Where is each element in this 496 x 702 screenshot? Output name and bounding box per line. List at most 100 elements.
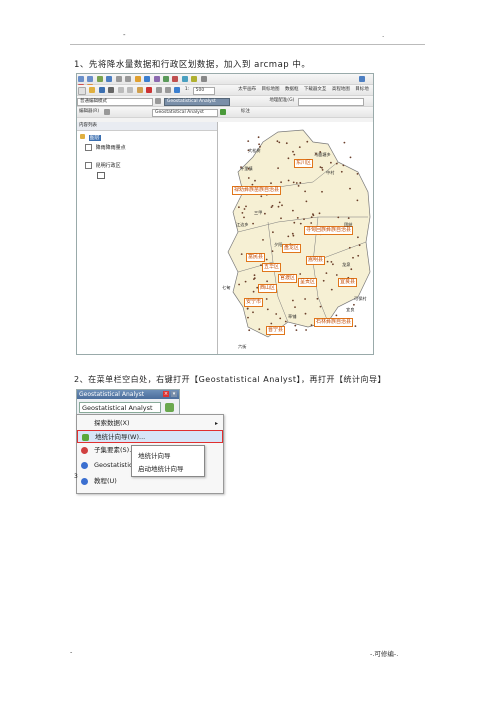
- map-place-11: 草铺: [288, 314, 297, 319]
- rain-station-dot: [241, 212, 244, 214]
- georef-label[interactable]: 地理配准(G): [269, 96, 294, 106]
- rain-station-dot: [252, 222, 254, 225]
- pan-icon[interactable]: [96, 76, 103, 82]
- toolbar-2-label-6[interactable]: 目标地: [355, 85, 369, 95]
- rain-station-dot: [305, 329, 307, 331]
- legend-swatch: [97, 172, 105, 181]
- rain-station-dot: [292, 150, 294, 153]
- georef-combo[interactable]: [297, 98, 364, 106]
- map-label-guandu: 官渡区: [278, 274, 298, 283]
- back-icon[interactable]: [115, 76, 122, 82]
- rain-station-dot: [281, 204, 283, 207]
- rain-station-dot: [238, 206, 240, 209]
- rain-station-dot: [292, 209, 294, 212]
- undo-icon[interactable]: [155, 87, 162, 93]
- forward-icon[interactable]: [125, 76, 132, 82]
- header-right-mark: .: [382, 31, 385, 39]
- select-icon[interactable]: [134, 76, 141, 82]
- cut-icon[interactable]: [117, 87, 124, 93]
- edit-mode-combo[interactable]: 普通编辑模式: [77, 98, 153, 106]
- scale-combo[interactable]: 500: [192, 87, 215, 95]
- menu-item-tutorial-label: 教程(U): [94, 477, 117, 485]
- save-icon[interactable]: [98, 87, 105, 93]
- map-view[interactable]: 禄劝彝族苗族自治县 寻甸回族彝族自治县 富民县 嵩明县 五华区 盘龙区 官渡区 …: [218, 122, 373, 354]
- add-data-icon[interactable]: [174, 87, 181, 93]
- zoom-in-icon[interactable]: [78, 76, 84, 82]
- rain-station-dot: [347, 217, 350, 219]
- map-place-14: 可保村: [354, 296, 367, 301]
- rain-station-dot: [270, 322, 273, 325]
- options-icon[interactable]: ▾: [171, 391, 177, 397]
- viewer-icon[interactable]: [200, 76, 207, 82]
- rain-station-dot: [266, 280, 268, 283]
- rain-station-dot: [335, 162, 338, 165]
- toolbar-3-icon[interactable]: [155, 98, 162, 104]
- identify-icon[interactable]: [144, 76, 151, 82]
- rain-station-dot: [243, 208, 246, 210]
- geostat-wizard-icon[interactable]: [220, 109, 227, 115]
- rain-station-dot: [350, 268, 353, 271]
- html-popup-icon[interactable]: [181, 76, 188, 82]
- geostat-dropdown[interactable]: Geostatistical Analyst: [79, 402, 161, 413]
- rain-station-dot: [243, 216, 245, 219]
- geostat-combo-small[interactable]: Geostatistical Analyst: [152, 109, 219, 117]
- map-place-10: 六街: [238, 344, 247, 349]
- rain-station-dot: [321, 169, 324, 171]
- hyperlink-icon[interactable]: [172, 76, 179, 82]
- rain-station-dot: [244, 280, 247, 283]
- paste-icon[interactable]: [136, 87, 143, 93]
- label-tool[interactable]: 标注: [241, 107, 250, 117]
- map-label-shilin: 石林彝族自治县: [314, 318, 354, 327]
- toc-layers-group[interactable]: 图层: [80, 134, 101, 141]
- catalog-icon[interactable]: [359, 76, 366, 82]
- toc-layer-rain[interactable]: 降雨降雨量点: [85, 144, 126, 151]
- map-label-dongchuan: 东川区: [294, 159, 314, 168]
- rain-station-dot: [332, 263, 334, 266]
- layer-checkbox[interactable]: [85, 162, 92, 169]
- menu-item-explore[interactable]: 探索数据(X) ▸: [77, 417, 223, 430]
- redo-icon[interactable]: [164, 87, 171, 93]
- map-place-5: 三甲: [254, 210, 263, 215]
- measure-icon[interactable]: [162, 76, 169, 82]
- rain-station-dot: [304, 298, 306, 300]
- geostat-toolbar-title[interactable]: Geostatistical Analyst: [163, 98, 230, 106]
- rain-station-dot: [265, 298, 268, 300]
- edit-tool-icon[interactable]: [103, 109, 110, 115]
- toolbar-2-label-4[interactable]: 下载器文互: [304, 85, 327, 95]
- rain-station-dot: [253, 274, 256, 277]
- rain-station-dot: [292, 234, 295, 237]
- close-icon[interactable]: ×: [163, 391, 169, 397]
- print-icon[interactable]: [108, 87, 115, 93]
- rain-station-dot: [356, 199, 359, 202]
- toc-layer-admin[interactable]: 昆明行政区: [85, 162, 121, 169]
- toolbar-2-label-1[interactable]: 太平画布: [238, 85, 256, 95]
- toolbar-2-label-2[interactable]: 目标地图: [262, 85, 280, 95]
- toolbar-2-label-3[interactable]: 数据框: [285, 85, 299, 95]
- copy-icon[interactable]: [127, 87, 134, 93]
- layer-checkbox[interactable]: [85, 144, 92, 151]
- map-label-songming: 嵩明县: [306, 256, 326, 265]
- rain-station-dot: [318, 212, 321, 215]
- find-icon[interactable]: [153, 76, 160, 82]
- delete-icon[interactable]: [146, 87, 153, 93]
- rain-station-dot: [319, 166, 322, 168]
- toolbar-2-label-5[interactable]: 高程地图: [332, 85, 350, 95]
- menu-item-wizard[interactable]: 地统计向导(W)...: [77, 430, 223, 443]
- rain-station-dot: [277, 205, 280, 208]
- full-extent-icon[interactable]: [106, 76, 113, 82]
- map-place-8: 七甸: [222, 285, 231, 290]
- rain-station-dot: [299, 273, 302, 275]
- rain-station-dot: [304, 190, 306, 193]
- zoom-out-icon[interactable]: [87, 76, 94, 82]
- rain-station-dot: [278, 141, 281, 144]
- open-icon[interactable]: [89, 87, 96, 93]
- map-label-anning: 安宁市: [244, 298, 264, 307]
- new-icon[interactable]: [78, 87, 86, 95]
- geostat-wizard-icon[interactable]: [165, 403, 174, 412]
- editor-label[interactable]: 编辑器(R): [79, 107, 99, 117]
- arcmap-toolbar-2: 1: 500 太平画布 目标地图 数据框 下载器文互 高程地图 目标地: [77, 85, 373, 96]
- footer-left: -: [70, 648, 73, 656]
- rain-station-dot: [310, 216, 313, 218]
- time-slider-icon[interactable]: [191, 76, 198, 82]
- rain-station-dot: [321, 190, 323, 193]
